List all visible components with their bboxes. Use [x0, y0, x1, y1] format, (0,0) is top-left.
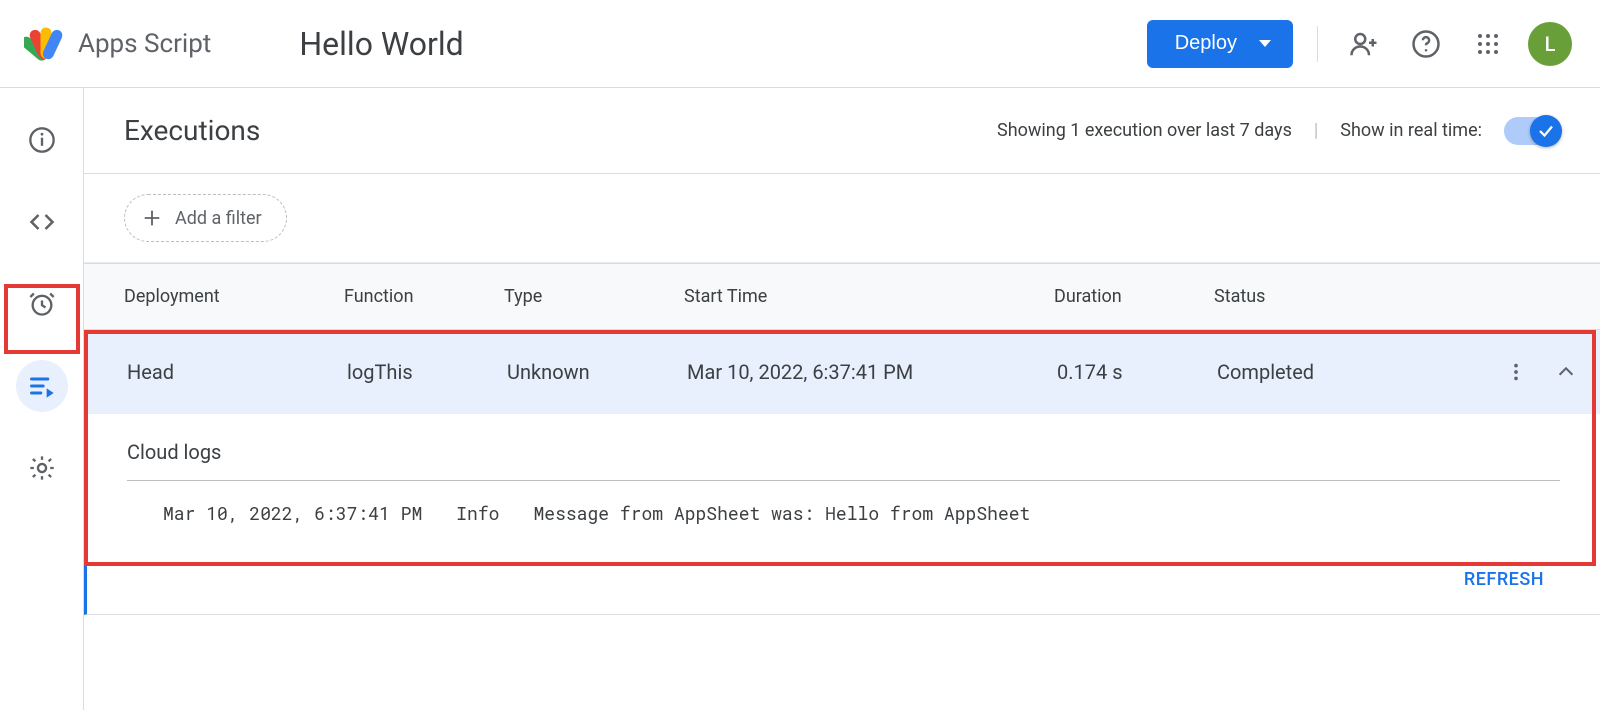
- cloud-logs-panel: Cloud logs Mar 10, 2022, 6:37:41 PM Info…: [84, 414, 1600, 529]
- logs-footer: REFRESH: [84, 529, 1600, 615]
- log-time: Mar 10, 2022, 6:37:41 PM: [163, 501, 422, 525]
- caret-down-icon: [1259, 40, 1271, 47]
- table-row[interactable]: Head logThis Unknown Mar 10, 2022, 6:37:…: [84, 330, 1600, 414]
- sidebar-item-triggers[interactable]: [16, 278, 68, 330]
- page-title: Executions: [124, 114, 260, 147]
- apps-grid-icon: [1476, 32, 1500, 56]
- info-icon: [28, 126, 56, 154]
- deploy-button-label: Deploy: [1175, 32, 1237, 55]
- plus-icon: [141, 207, 163, 229]
- log-level: Info: [456, 501, 499, 525]
- left-sidebar: [0, 88, 84, 710]
- gear-icon: [28, 454, 56, 482]
- cell-function: logThis: [347, 360, 507, 384]
- person-add-icon: [1349, 29, 1379, 59]
- sidebar-item-overview[interactable]: [16, 114, 68, 166]
- apps-script-logo-icon: [24, 22, 68, 66]
- divider: [127, 480, 1560, 481]
- apps-grid-button[interactable]: [1466, 22, 1510, 66]
- collapse-button[interactable]: [1555, 361, 1577, 383]
- row-menu-button[interactable]: [1505, 361, 1527, 383]
- table-header: Deployment Function Type Start Time Dura…: [84, 263, 1600, 330]
- product-logo[interactable]: Apps Script: [24, 22, 211, 66]
- deploy-button[interactable]: Deploy: [1147, 20, 1293, 68]
- filter-bar: Add a filter: [84, 174, 1600, 263]
- log-entry: Mar 10, 2022, 6:37:41 PM Info Message fr…: [127, 497, 1560, 529]
- sidebar-item-executions[interactable]: [16, 360, 68, 412]
- more-vert-icon: [1505, 361, 1527, 383]
- refresh-button[interactable]: REFRESH: [1464, 569, 1544, 590]
- divider: [1317, 26, 1318, 62]
- help-button[interactable]: [1404, 22, 1448, 66]
- product-name: Apps Script: [78, 29, 211, 59]
- cloud-logs-title: Cloud logs: [127, 440, 1560, 464]
- cell-status: Completed: [1217, 360, 1457, 384]
- project-title[interactable]: Hello World: [299, 25, 463, 63]
- help-icon: [1411, 29, 1441, 59]
- col-deployment: Deployment: [124, 286, 344, 307]
- col-function: Function: [344, 286, 504, 307]
- execution-summary: Showing 1 execution over last 7 days: [997, 120, 1292, 141]
- page-header: Executions Showing 1 execution over last…: [84, 88, 1600, 174]
- log-message: Message from AppSheet was: Hello from Ap…: [533, 501, 1030, 525]
- chevron-up-icon: [1555, 361, 1577, 383]
- divider: |: [1314, 120, 1318, 141]
- main-content: Executions Showing 1 execution over last…: [84, 88, 1600, 710]
- col-status: Status: [1214, 286, 1454, 307]
- col-duration: Duration: [1054, 286, 1214, 307]
- cell-type: Unknown: [507, 360, 687, 384]
- header-actions: Deploy L: [1147, 20, 1572, 68]
- sidebar-item-editor[interactable]: [16, 196, 68, 248]
- executions-icon: [28, 372, 56, 400]
- cell-duration: 0.174 s: [1057, 360, 1217, 384]
- add-filter-label: Add a filter: [175, 208, 262, 229]
- realtime-toggle[interactable]: [1504, 117, 1560, 145]
- sidebar-item-settings[interactable]: [16, 442, 68, 494]
- share-button[interactable]: [1342, 22, 1386, 66]
- realtime-label: Show in real time:: [1340, 120, 1482, 141]
- cell-start-time: Mar 10, 2022, 6:37:41 PM: [687, 360, 1057, 384]
- cell-deployment: Head: [127, 360, 347, 384]
- toggle-knob: [1530, 115, 1562, 147]
- account-avatar[interactable]: L: [1528, 22, 1572, 66]
- check-icon: [1537, 122, 1555, 140]
- alarm-icon: [28, 290, 56, 318]
- executions-table: Deployment Function Type Start Time Dura…: [84, 263, 1600, 615]
- app-header: Apps Script Hello World Deploy L: [0, 0, 1600, 88]
- add-filter-button[interactable]: Add a filter: [124, 194, 287, 242]
- col-start-time: Start Time: [684, 286, 1054, 307]
- col-type: Type: [504, 286, 684, 307]
- code-icon: [28, 208, 56, 236]
